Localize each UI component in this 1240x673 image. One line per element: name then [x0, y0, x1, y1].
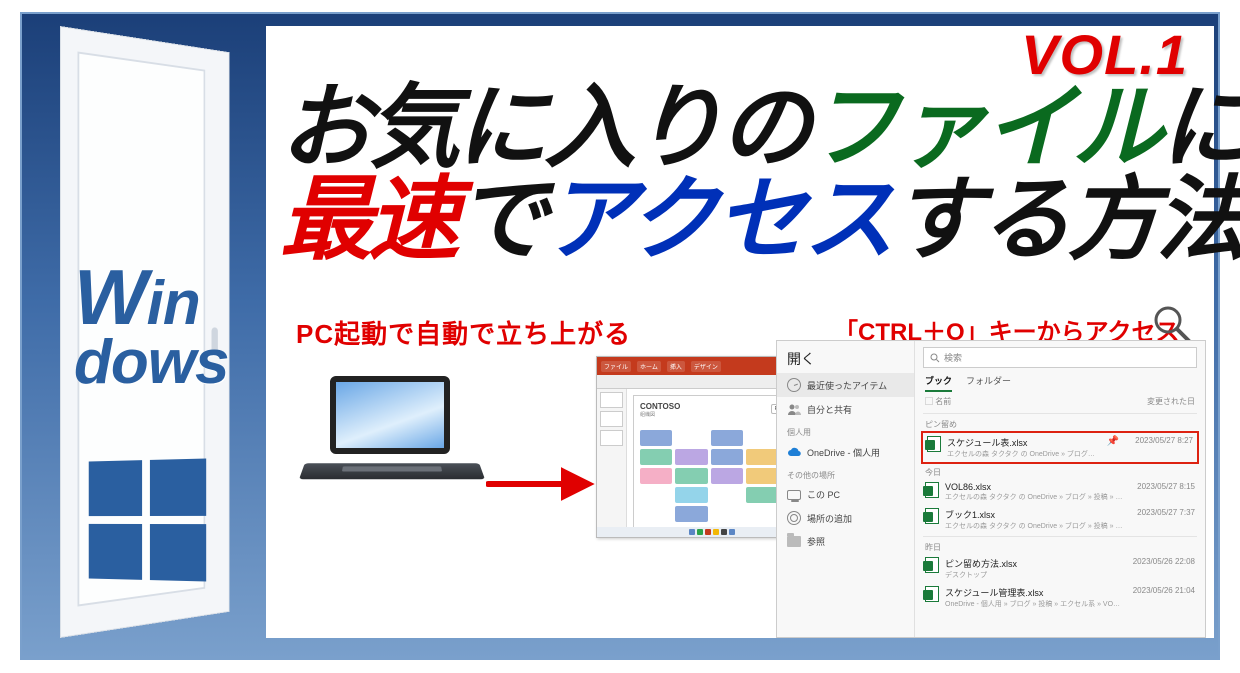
column-headers: ▢ 名前 変更された日 — [915, 392, 1205, 411]
search-placeholder: 検索 — [944, 351, 962, 364]
dialog-right-pane: 検索 ブック フォルダー ▢ 名前 変更された日 ピン留め — [915, 341, 1205, 637]
file-date: 2023/05/27 8:15 — [1131, 482, 1195, 491]
file-row[interactable]: ブック1.xlsx エクセルの森 タクタク の OneDrive » ブログ »… — [915, 505, 1205, 534]
search-input[interactable]: 検索 — [923, 347, 1197, 368]
headline-part-7: する方法 — [891, 169, 1240, 271]
dialog-tabs: ブック フォルダー — [915, 372, 1205, 392]
nav-this-pc-label: この PC — [807, 488, 840, 501]
content-card: VOL.1 お気に入りのファイルに 最速でアクセスする方法 PC起動で自動で立ち… — [266, 26, 1214, 638]
nav-this-pc[interactable]: この PC — [777, 483, 914, 506]
file-name: スケジュール表.xlsx — [947, 436, 1097, 449]
group-today: 今日 — [915, 464, 1205, 479]
file-path: エクセルの森 タクタク の OneDrive » ブログ » 投稿 » エクセル… — [945, 521, 1125, 531]
windows-dows: dows — [74, 328, 228, 397]
left-section: PC起動で自動で立ち上がる ファイルホーム挿入デザイン CONTOSO — [296, 314, 756, 351]
nav-add-place[interactable]: 場所の追加 — [777, 506, 914, 530]
tab-folder[interactable]: フォルダー — [966, 374, 1011, 392]
excel-file-icon — [927, 436, 941, 452]
clock-icon — [787, 378, 801, 392]
tab-book[interactable]: ブック — [925, 374, 952, 392]
file-row[interactable]: VOL86.xlsx エクセルの森 タクタク の OneDrive » ブログ … — [915, 479, 1205, 505]
excel-file-icon — [925, 508, 939, 524]
headline: お気に入りのファイルに 最速でアクセスする方法 — [280, 82, 1210, 268]
people-icon — [787, 402, 801, 416]
cloud-icon — [787, 445, 801, 459]
windows-wordmark: Win dows — [74, 262, 228, 391]
headline-part-4: 最速 — [280, 169, 456, 271]
headline-part-1: お気に入りの — [280, 77, 808, 179]
headline-part-2: ファイル — [808, 77, 1160, 179]
left-caption: PC起動で自動で立ち上がる — [296, 314, 756, 351]
nav-add-place-label: 場所の追加 — [807, 512, 852, 525]
file-name: ブック1.xlsx — [945, 508, 1125, 521]
col-name: 名前 — [935, 397, 951, 406]
file-date: 2023/05/26 22:08 — [1127, 557, 1195, 566]
globe-icon — [787, 511, 801, 525]
file-path: OneDrive - 個人用 » ブログ » 投稿 » エクセル系 » VOL1… — [945, 599, 1121, 609]
col-date: 変更された日 — [1147, 396, 1195, 407]
nav-onedrive-label: OneDrive - 個人用 — [807, 446, 880, 459]
excel-file-icon — [925, 586, 939, 602]
group-pinned: ピン留め — [915, 416, 1205, 431]
folder-icon — [787, 536, 801, 547]
file-row-pinned[interactable]: スケジュール表.xlsx エクセルの森 タクタク の OneDrive » ブロ… — [921, 431, 1199, 464]
file-date: 2023/05/27 8:27 — [1129, 436, 1193, 445]
excel-open-dialog: 開く 最近使ったアイテム 自分と共有 個人用 — [776, 340, 1206, 638]
file-row[interactable]: スケジュール管理表.xlsx OneDrive - 個人用 » ブログ » 投稿… — [915, 583, 1205, 612]
nav-browse-label: 参照 — [807, 535, 825, 548]
nav-browse[interactable]: 参照 — [777, 530, 914, 553]
file-name: ピン留め方法.xlsx — [945, 557, 1121, 570]
headline-part-5: で — [456, 169, 544, 271]
file-row[interactable]: ピン留め方法.xlsx デスクトップ 2023/05/26 22:08 — [915, 554, 1205, 583]
nav-recent[interactable]: 最近使ったアイテム — [777, 373, 914, 397]
nav-onedrive[interactable]: OneDrive - 個人用 — [777, 440, 914, 464]
file-date: 2023/05/26 21:04 — [1127, 586, 1195, 595]
file-path: エクセルの森 タクタク の OneDrive » ブログ » 投稿 » エクセル… — [945, 492, 1125, 502]
thumbnail-frame: Win dows VOL.1 お気に入りのファイルに 最速でアクセスする方法 P… — [20, 12, 1220, 660]
nav-section-personal: 個人用 — [777, 421, 914, 440]
nav-shared[interactable]: 自分と共有 — [777, 397, 914, 421]
nav-recent-label: 最近使ったアイテム — [807, 379, 887, 392]
search-icon — [930, 353, 940, 363]
arrow-icon — [486, 464, 596, 504]
headline-part-6: アクセス — [544, 169, 891, 271]
pin-icon[interactable]: 📌 — [1103, 436, 1123, 447]
file-date: 2023/05/27 7:37 — [1131, 508, 1195, 517]
laptop-icon — [302, 376, 472, 496]
dialog-title: 開く — [777, 345, 914, 373]
group-yesterday: 昨日 — [915, 539, 1205, 554]
dialog-left-nav: 開く 最近使ったアイテム 自分と共有 個人用 — [777, 341, 915, 637]
nav-shared-label: 自分と共有 — [807, 403, 852, 416]
nav-section-other: その他の場所 — [777, 464, 914, 483]
file-name: VOL86.xlsx — [945, 482, 1125, 492]
pc-icon — [787, 490, 801, 500]
headline-part-3: に — [1160, 77, 1240, 179]
excel-file-icon — [925, 557, 939, 573]
file-path: エクセルの森 タクタク の OneDrive » ブログ » 投稿 » wind… — [947, 449, 1097, 459]
windows-logo-icon — [89, 458, 206, 581]
excel-file-icon — [925, 482, 939, 498]
file-name: スケジュール管理表.xlsx — [945, 586, 1121, 599]
file-path: デスクトップ — [945, 570, 1121, 580]
